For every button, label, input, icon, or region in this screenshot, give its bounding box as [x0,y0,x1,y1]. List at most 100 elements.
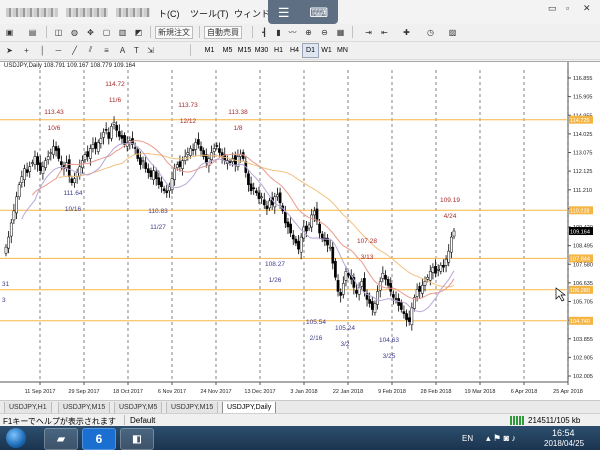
candle-body [276,194,279,198]
candle-body [381,273,385,279]
tile-windows-icon[interactable]: ▦ [334,25,347,39]
candle-body [328,246,332,249]
market-watch-icon[interactable]: ◫ [52,25,65,39]
candle-body [67,159,71,177]
chart-shift-icon[interactable]: ⇥ [362,25,375,39]
zoom-in-icon[interactable]: ⊕ [302,25,315,39]
candle-body [376,291,379,305]
strategy-tester-icon[interactable]: ▥ [116,25,129,39]
profiles-icon[interactable]: ▤ [26,25,39,39]
hamburger-menu-icon[interactable]: ☰ [278,6,290,19]
indicators-icon[interactable]: ✚ [400,25,413,39]
annotation-price: 107.28 [357,238,377,245]
candle-body [117,131,121,137]
x-tick-label: 29 Sep 2017 [68,389,99,395]
timeframe-m15[interactable]: M15 [236,43,253,58]
app-taskbar-icon[interactable]: ◧ [120,428,154,450]
y-tick-label: 108.495 [573,244,593,250]
annotation-price: 104.63 [379,337,399,344]
candle-body [426,277,429,280]
timeframe-d1[interactable]: D1 [302,43,319,58]
candle-body [262,199,266,206]
timeframe-m1[interactable]: M1 [201,43,218,58]
y-tick-label: 107.580 [573,262,593,268]
terminal-icon[interactable]: ▢ [100,25,113,39]
candle-body [444,258,448,266]
candle-body [384,275,387,280]
y-tick-label: 114.025 [573,132,592,138]
restore-button[interactable]: ▫ [566,3,569,13]
chart-window[interactable]: USDJPY,Daily 108.791 109.167 108.779 109… [0,61,600,401]
auto-trading-label: 自動売買 [204,25,242,39]
timeframe-m5[interactable]: M5 [219,43,236,58]
language-indicator[interactable]: EN [462,434,473,443]
start-button[interactable] [6,428,26,448]
crosshair-icon[interactable]: + [20,43,33,57]
bar-chart-icon[interactable]: ┫ [258,25,271,39]
annotation-price: 105.24 [335,325,355,332]
close-button[interactable]: ✕ [583,3,591,14]
arrow-marker-icon[interactable]: ⇲ [144,43,157,57]
candle-body [344,271,348,281]
fibonacci-icon[interactable]: ≡ [100,43,113,57]
x-tick-label: 3 Jan 2018 [290,389,317,395]
mt4-taskbar-icon[interactable]: 6 [82,428,116,450]
horizontal-line-icon[interactable]: ─ [52,43,65,57]
standard-toolbar: ▣ ▤ ◫ ◍ ✥ ▢ ▥ ◩ 新規注文 自動売買 ┫ ▮ 〰 ⊕ ⊖ ▦ ⇥ … [0,24,600,42]
menu-item-tools[interactable]: ツール(T) [190,7,229,20]
history-center-icon[interactable]: ◩ [132,25,145,39]
candle-body [283,211,287,224]
periods-icon[interactable]: ◷ [424,25,437,39]
candle-body [442,265,445,268]
candle-body [12,210,16,221]
annotation-date: 10/6 [48,125,61,132]
candle-body [255,190,258,194]
timeframe-m30[interactable]: M30 [253,43,270,58]
cursor-icon[interactable]: ➤ [3,43,16,57]
minimize-button[interactable]: ▭ [548,3,557,14]
clock-time: 16:54 [552,428,575,438]
text-label-icon[interactable]: A [116,43,129,57]
timeframe-mn[interactable]: MN [334,43,351,58]
channel-icon[interactable]: ⫽ [84,43,97,57]
text-icon[interactable]: T [130,43,143,57]
trendline-icon[interactable]: ╱ [68,43,81,57]
autoscroll-icon[interactable]: ⇤ [378,25,391,39]
data-window-icon[interactable]: ◍ [68,25,81,39]
candle-body [265,205,269,210]
candle-body [199,146,203,151]
annotation-date: 1/26 [269,277,282,284]
zoom-out-icon[interactable]: ⊖ [318,25,331,39]
candle-body [157,177,161,185]
price-chart[interactable]: 116.855115.905114.955114.025113.075112.1… [0,62,600,401]
candle-body [165,190,169,194]
candle-body [25,169,29,173]
vertical-line-icon[interactable]: │ [36,43,49,57]
line-chart-icon[interactable]: 〰 [286,25,299,39]
chart-tabs: USDJPY,H1 USDJPY,M15 USDJPY,M5 USDJPY,M1… [0,400,600,414]
candle-body [28,166,32,172]
candlestick-icon[interactable]: ▮ [272,25,285,39]
new-order-button[interactable]: 新規注文 [155,25,193,39]
tray-icons[interactable]: ▴ ⚑ ◙ ♪ [486,433,516,444]
connection-status-icon [510,416,524,425]
obscured-menu-region [6,8,58,17]
candle-body [218,148,221,153]
timeframe-h1[interactable]: H1 [270,43,287,58]
timeframe-w1[interactable]: W1 [318,43,335,58]
keyboard-icon[interactable]: ⌨ [309,6,328,19]
explorer-taskbar-icon[interactable]: ▰ [44,428,78,450]
y-tick-label: 102.905 [573,355,593,361]
navigator-icon[interactable]: ✥ [84,25,97,39]
auto-trading-button[interactable]: 自動売買 [204,25,242,39]
menu-item-chart[interactable]: ト(C) [158,7,180,20]
timeframe-h4[interactable]: H4 [286,43,303,58]
templates-icon[interactable]: ▨ [446,25,459,39]
y-tick-label: 105.705 [573,300,593,306]
new-chart-icon[interactable]: ▣ [3,25,16,39]
candle-body [46,156,50,160]
candle-body [146,168,150,173]
x-tick-label: 19 Mar 2018 [465,389,496,395]
candle-body [52,146,55,155]
candle-body [305,225,308,232]
